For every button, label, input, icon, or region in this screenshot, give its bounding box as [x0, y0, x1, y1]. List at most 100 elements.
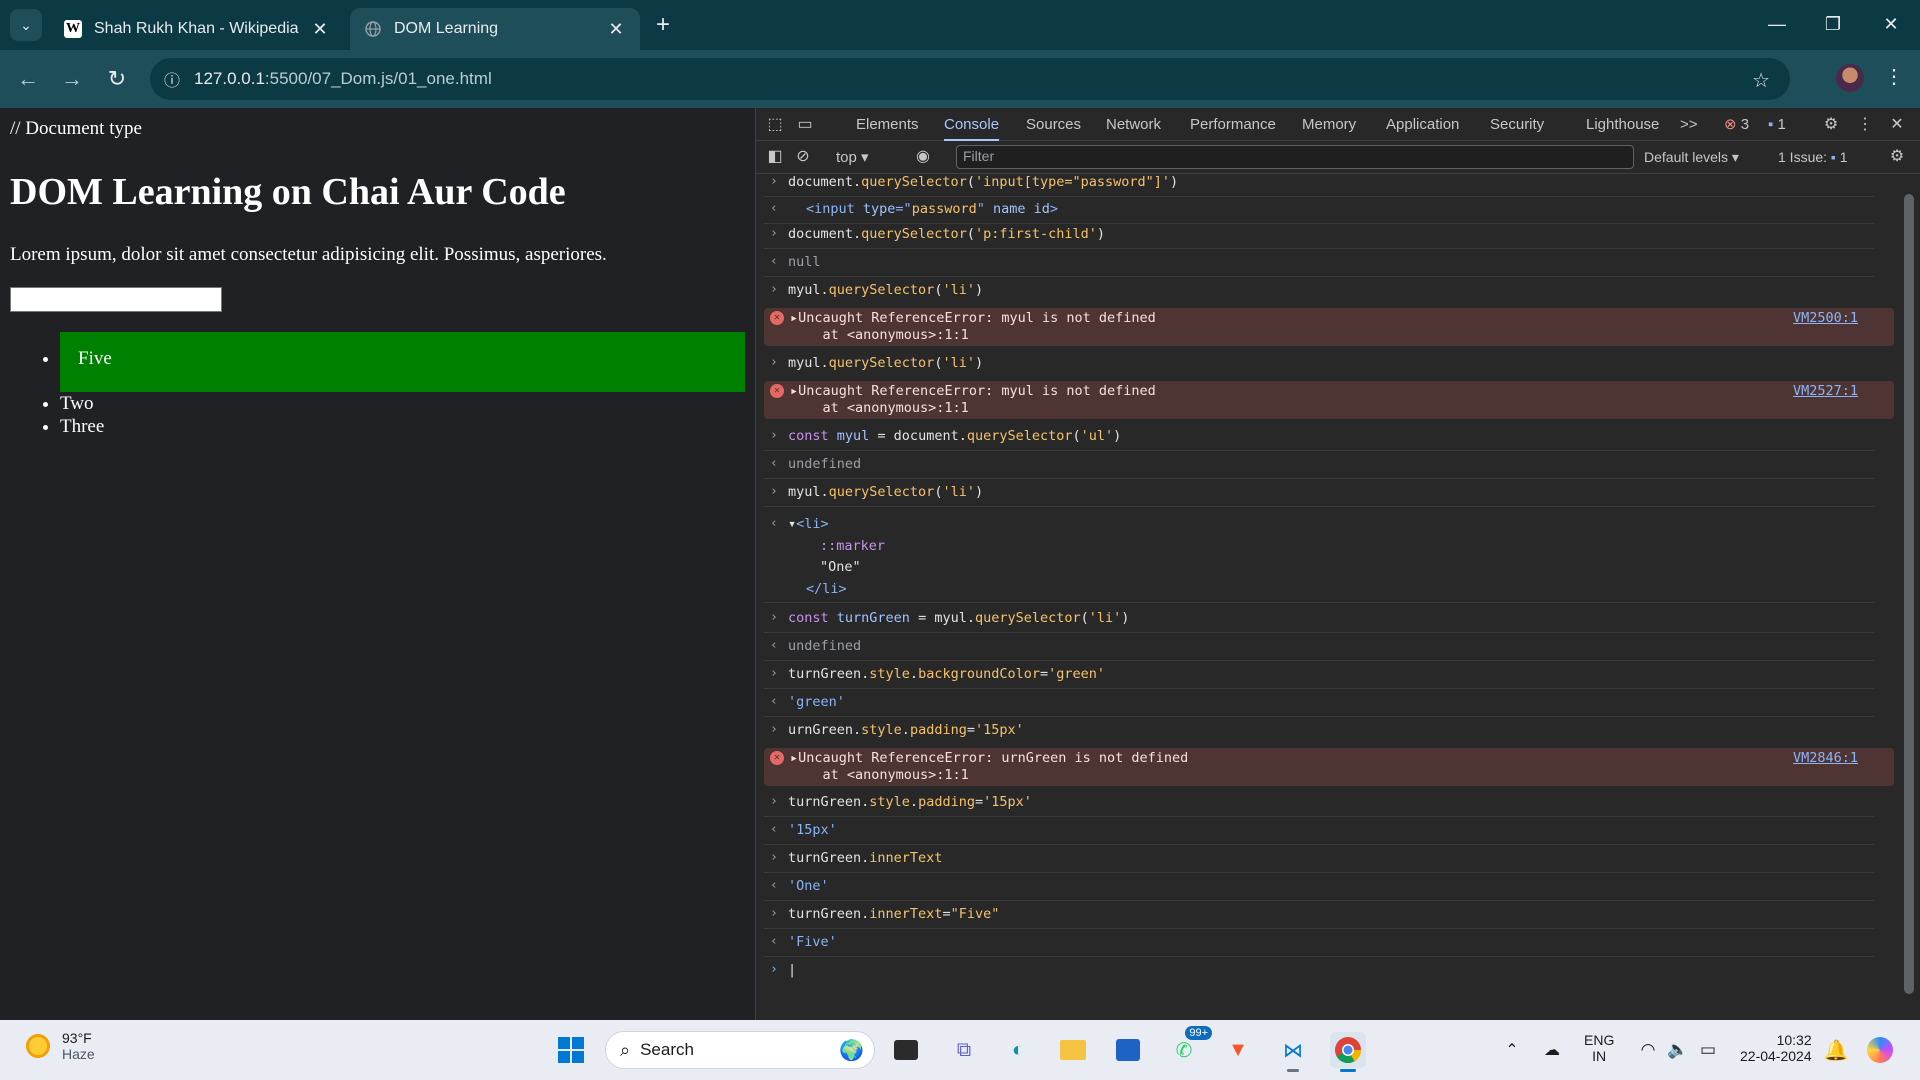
chevron-right-icon: › — [770, 174, 778, 189]
url-host: 127.0.0.1 — [194, 69, 265, 88]
expand-triangle-down-icon[interactable]: ▾ — [788, 516, 796, 532]
chevron-down-icon: ⌄ — [20, 16, 32, 33]
console-input-row: › turnGreen.innerText — [764, 850, 1874, 873]
tab-console[interactable]: Console — [944, 108, 1000, 141]
settings-gear-icon[interactable]: ⚙ — [1820, 114, 1842, 136]
minimize-button[interactable]: — — [1752, 8, 1802, 40]
close-devtools-icon[interactable]: ✕ — [1886, 114, 1908, 136]
error-counter[interactable]: ⊗ 3 — [1724, 108, 1749, 141]
console-result-row: ‹'green' — [764, 694, 1874, 717]
browser-menu-icon[interactable]: ⋮ — [1884, 64, 1904, 89]
console-settings-icon[interactable]: ⚙ — [1886, 146, 1908, 168]
password-input[interactable] — [10, 287, 222, 312]
console-log: › document.querySelector('input[type="pas… — [756, 174, 1900, 1020]
clock[interactable]: 10:32 22-04-2024 — [1740, 1032, 1812, 1064]
message-counter[interactable]: ▪ 1 — [1768, 108, 1786, 141]
tab-performance[interactable]: Performance — [1190, 108, 1276, 141]
console-result-row: ‹ undefined — [764, 638, 1874, 661]
ms-store-icon[interactable] — [1110, 1032, 1146, 1068]
issues-button[interactable]: 1 Issue: ▪ 1 — [1778, 141, 1848, 174]
expand-triangle-icon[interactable]: ▸ — [790, 310, 798, 326]
console-filter-input[interactable]: Filter — [956, 145, 1634, 169]
windows-start-icon[interactable] — [553, 1032, 589, 1068]
forward-arrow-icon[interactable]: → — [58, 65, 86, 93]
battery-icon[interactable]: ▭ — [1690, 1032, 1726, 1068]
teams-icon[interactable]: ⧉ — [946, 1032, 982, 1068]
site-info-icon[interactable]: ⓘ — [150, 67, 194, 91]
error-circle-icon: ✕ — [770, 311, 784, 325]
device-toolbar-icon[interactable]: ▭ — [794, 114, 816, 136]
profile-avatar[interactable] — [1836, 64, 1864, 92]
task-view-icon[interactable] — [888, 1032, 924, 1068]
tab-title: Shah Rukh Khan - Wikipedia — [94, 20, 299, 37]
source-link[interactable]: VM2846:1 — [1793, 750, 1858, 766]
page-list: Five Two Three — [60, 332, 745, 438]
new-tab-button[interactable]: + — [650, 12, 676, 38]
weather-condition: Haze — [62, 1046, 95, 1062]
tab-application[interactable]: Application — [1386, 108, 1459, 141]
scroll-thumb[interactable] — [1904, 194, 1914, 994]
weather-widget[interactable]: 93°F Haze — [24, 1030, 95, 1062]
live-expression-eye-icon[interactable]: ◉ — [912, 146, 934, 168]
chevron-right-icon: › — [770, 722, 778, 737]
windows-taskbar: 93°F Haze ⌕ Search 🌍 ⧉ ◐ ✆ 99+ ▼ ⋈ ⌃ ☁ EN… — [0, 1020, 1920, 1080]
copilot-icon[interactable] — [1862, 1032, 1898, 1068]
message-count: 1 — [1777, 116, 1786, 133]
tab-wikipedia[interactable]: W Shah Rukh Khan - Wikipedia ✕ — [50, 8, 344, 50]
console-result-row: ‹ 'Five' — [764, 934, 1874, 957]
console-result-row[interactable]: ‹ <input type="password" name id> — [764, 197, 1874, 224]
console-filterbar: ◧ ⊘ top ▾ ◉ Filter Default levels ▾ 1 Is… — [756, 141, 1920, 174]
notification-bell-icon[interactable]: 🔔 — [1818, 1032, 1854, 1068]
console-input-row: › urnGreen.style.padding='15px' — [770, 722, 1024, 738]
taskbar-search[interactable]: ⌕ Search 🌍 — [605, 1031, 875, 1069]
close-tab-icon[interactable]: ✕ — [606, 19, 626, 40]
chevron-right-icon: › — [770, 850, 778, 865]
context-selector[interactable]: top ▾ — [836, 141, 869, 174]
issues-count: 1 — [1839, 149, 1848, 165]
expand-triangle-icon[interactable]: ▸ — [790, 750, 798, 766]
source-link[interactable]: VM2500:1 — [1793, 310, 1858, 326]
tab-network[interactable]: Network — [1106, 108, 1161, 141]
reload-icon[interactable]: ↻ — [103, 65, 131, 93]
devtools-menu-icon[interactable]: ⋮ — [1854, 114, 1876, 136]
close-window-button[interactable]: ✕ — [1866, 8, 1916, 40]
tab-lighthouse[interactable]: Lighthouse — [1586, 108, 1659, 141]
source-link[interactable]: VM2527:1 — [1793, 383, 1858, 399]
edge-icon[interactable]: ◐ — [1000, 1032, 1036, 1068]
console-input-row: › turnGreen.style.padding='15px' — [764, 794, 1874, 817]
back-arrow-icon[interactable]: ← — [14, 65, 42, 93]
console-scrollbar[interactable] — [1900, 174, 1920, 1020]
restore-button[interactable]: ❐ — [1808, 8, 1858, 40]
file-explorer-icon[interactable] — [1055, 1032, 1091, 1068]
search-placeholder: Search — [640, 1040, 694, 1059]
onedrive-icon[interactable]: ☁ — [1534, 1032, 1570, 1068]
close-tab-icon[interactable]: ✕ — [310, 19, 330, 40]
log-levels-dropdown[interactable]: Default levels ▾ — [1644, 141, 1739, 174]
address-bar[interactable]: ⓘ 127.0.0.1:5500/07_Dom.js/01_one.html ☆ — [150, 58, 1790, 100]
chrome-icon[interactable] — [1330, 1032, 1366, 1072]
tab-memory[interactable]: Memory — [1302, 108, 1356, 141]
chevron-right-icon: › — [770, 666, 778, 681]
language-indicator[interactable]: ENG IN — [1584, 1032, 1614, 1064]
tab-elements[interactable]: Elements — [856, 108, 919, 141]
tab-dom-learning[interactable]: DOM Learning ✕ — [350, 8, 640, 50]
bookmark-star-icon[interactable]: ☆ — [1752, 68, 1770, 93]
tab-title: DOM Learning — [394, 20, 499, 37]
whatsapp-icon[interactable]: ✆ 99+ — [1166, 1026, 1212, 1068]
error-circle-icon: ✕ — [770, 384, 784, 398]
tab-sources[interactable]: Sources — [1026, 108, 1081, 141]
brave-icon[interactable]: ▼ — [1220, 1032, 1256, 1068]
sidebar-toggle-icon[interactable]: ◧ — [764, 146, 786, 168]
tab-search-button[interactable]: ⌄ — [10, 9, 42, 41]
console-result-row[interactable]: ‹ ▾<li> ::marker "One" </li> — [764, 512, 1874, 603]
vscode-icon[interactable]: ⋈ — [1275, 1032, 1311, 1072]
chevron-right-icon: › — [770, 282, 778, 297]
tab-security[interactable]: Security — [1490, 108, 1544, 141]
expand-triangle-icon[interactable]: ▸ — [790, 383, 798, 399]
console-prompt[interactable]: › | — [764, 962, 1874, 988]
clear-console-icon[interactable]: ⊘ — [792, 146, 814, 168]
chevron-right-icon: › — [770, 610, 778, 625]
chevron-up-icon[interactable]: ⌃ — [1494, 1032, 1530, 1068]
more-tabs-button[interactable]: >> — [1680, 108, 1698, 141]
inspect-element-icon[interactable]: ⬚ — [764, 114, 786, 136]
